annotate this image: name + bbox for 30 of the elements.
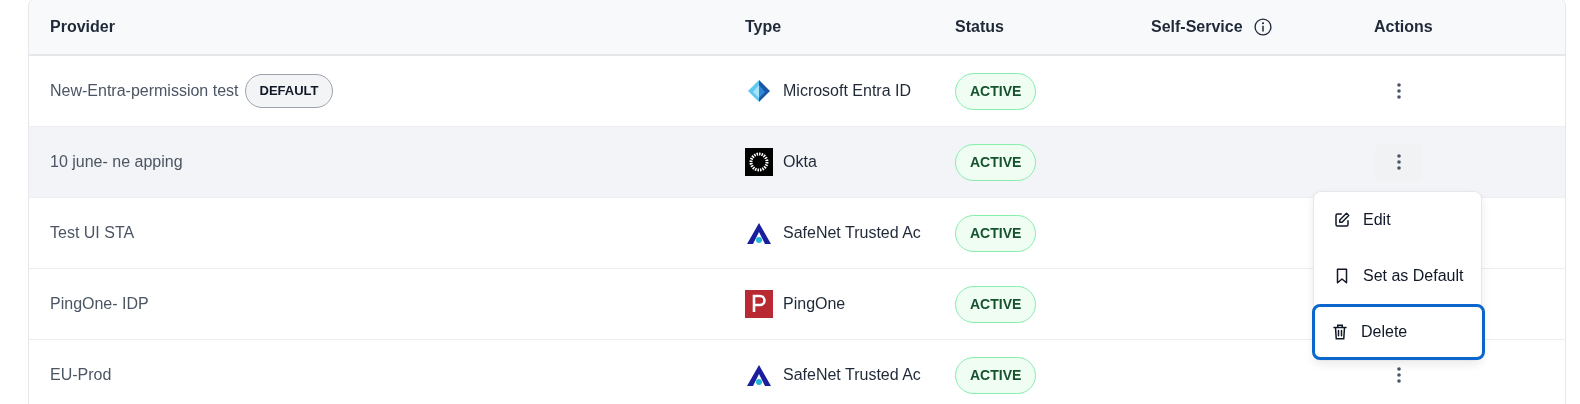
provider-name: EU-Prod bbox=[50, 365, 112, 385]
provider-type: Okta bbox=[783, 152, 817, 172]
kebab-icon bbox=[1396, 82, 1402, 100]
default-badge: DEFAULT bbox=[244, 74, 334, 108]
provider-name: PingOne- IDP bbox=[50, 294, 149, 314]
status-badge: ACTIVE bbox=[955, 143, 1037, 181]
column-header: Type bbox=[745, 16, 782, 37]
status-badge: ACTIVE bbox=[955, 285, 1037, 323]
column-header: Self-Service bbox=[1151, 16, 1243, 37]
menu-item[interactable]: Delete bbox=[1312, 304, 1485, 360]
sunburst-logo-icon bbox=[745, 148, 773, 176]
provider-type: SafeNet Trusted Ac bbox=[783, 223, 921, 243]
provider-type: Microsoft Entra ID bbox=[783, 81, 912, 101]
letter-logo-icon bbox=[745, 290, 773, 318]
column-header: Actions bbox=[1374, 16, 1433, 37]
edit-icon bbox=[1333, 211, 1351, 229]
provider-name: Test UI STA bbox=[50, 223, 135, 243]
table-row[interactable]: 10 june- ne apping Okta ACTIVE bbox=[29, 127, 1565, 198]
status-badge: ACTIVE bbox=[955, 72, 1037, 110]
provider-type: SafeNet Trusted Ac bbox=[783, 365, 921, 385]
kebab-icon bbox=[1396, 366, 1402, 384]
provider-name: 10 june- ne apping bbox=[50, 152, 183, 172]
column-header: Status bbox=[955, 16, 1004, 37]
column-header: Provider bbox=[50, 16, 115, 37]
status-badge: ACTIVE bbox=[955, 214, 1037, 252]
provider-name: New-Entra-permission test bbox=[50, 81, 239, 101]
provider-type: PingOne bbox=[783, 294, 846, 314]
trash-icon bbox=[1331, 323, 1349, 341]
status-badge: ACTIVE bbox=[955, 356, 1037, 394]
kebab-icon bbox=[1396, 153, 1402, 171]
